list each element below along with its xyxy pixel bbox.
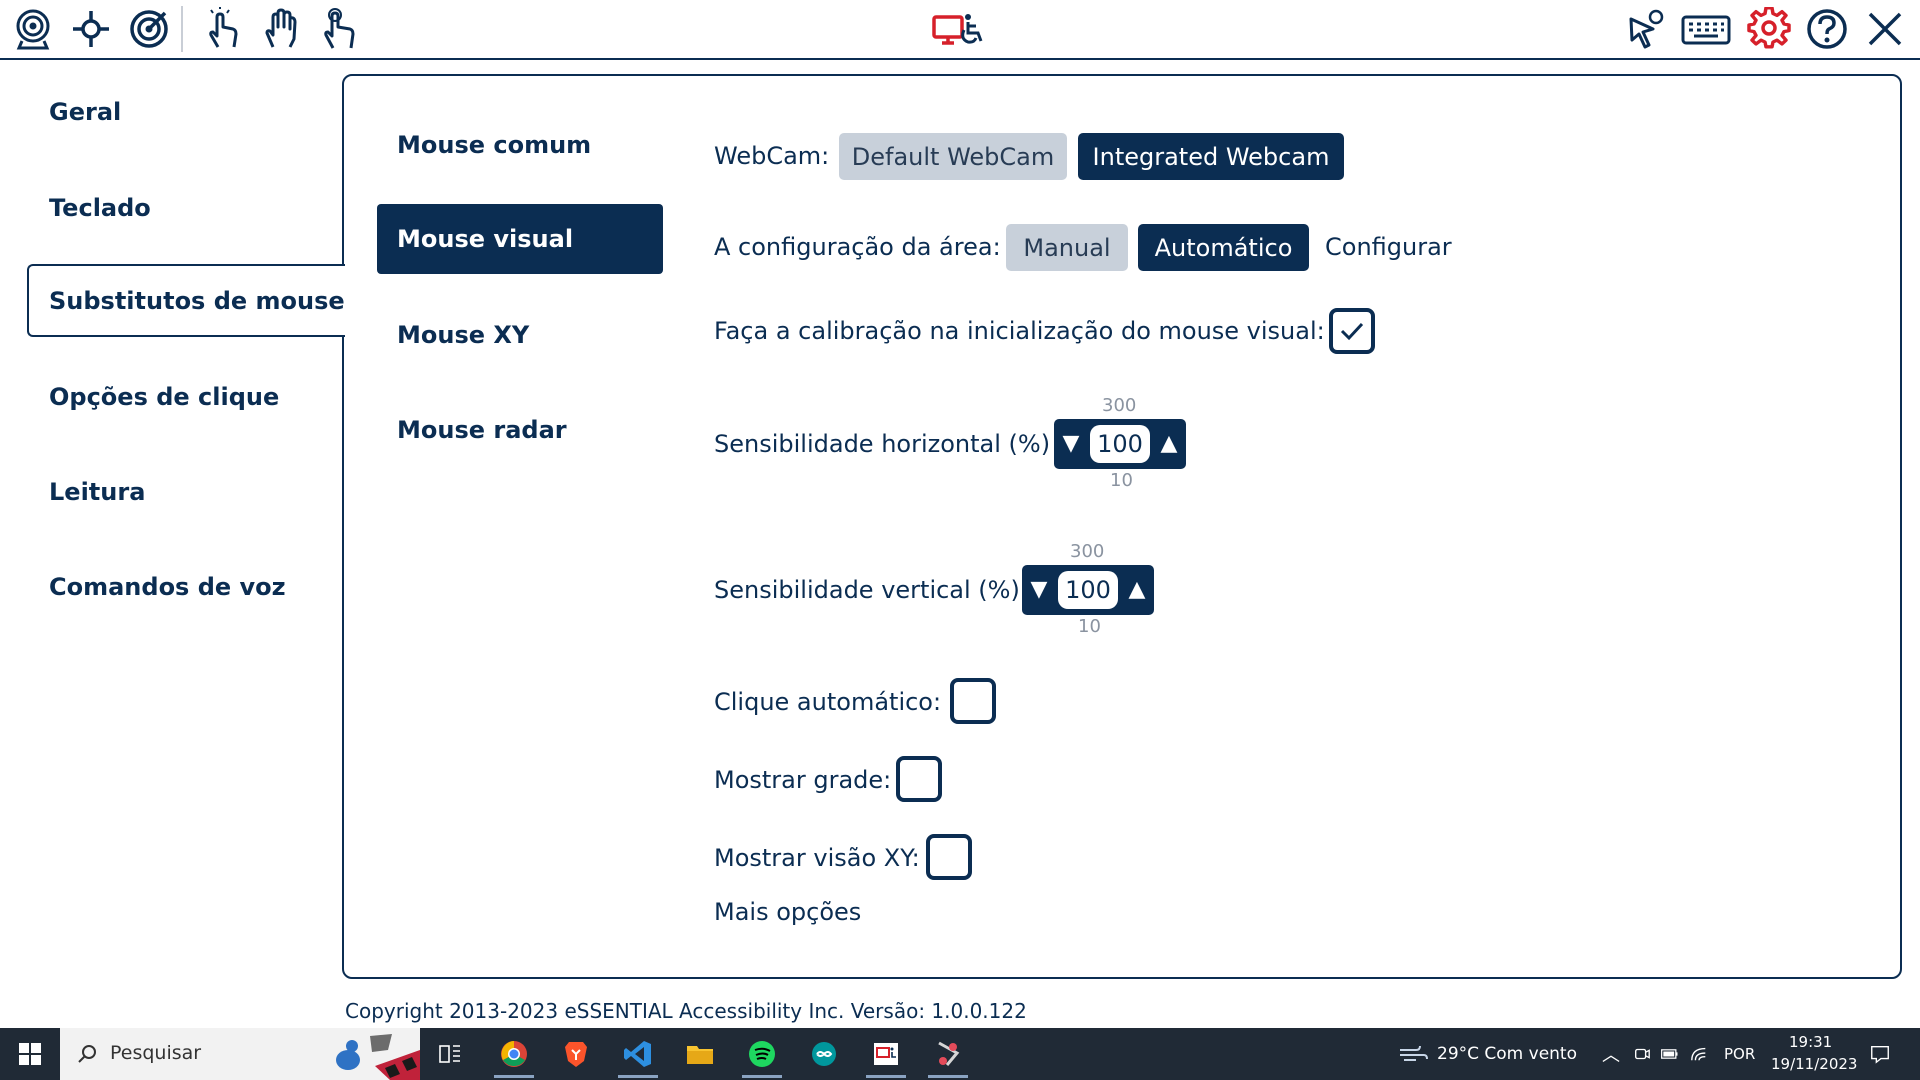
configure-link[interactable]: Configurar [1325,233,1452,261]
notifications-icon[interactable] [1869,1043,1891,1065]
task-view-icon[interactable] [430,1036,470,1072]
hand-open-icon[interactable] [258,6,304,52]
weather-text[interactable]: 29°C Com vento [1437,1044,1577,1064]
nav-item-substitutos-de-mouse[interactable]: Substitutos de mouse [27,264,345,337]
show-xy-label: Mostrar visão XY: [714,844,920,872]
nav-item-comandos-de-voz[interactable]: Comandos de voz [49,573,286,601]
top-toolbar [0,0,1920,60]
app-running-indicator [866,1075,906,1078]
auto-click-checkbox[interactable] [950,678,996,724]
webcam-icon[interactable] [10,6,56,52]
windows-taskbar: Pesquisar 29°C Com vento ︿ POR 19:31 19/… [0,1028,1920,1080]
crosshair-icon[interactable] [68,6,114,52]
subnav-item-mouse-visual[interactable]: Mouse visual [377,204,663,274]
checkmark-icon [1340,322,1364,341]
wifi-icon[interactable] [1690,1045,1708,1063]
h-sens-value[interactable]: 100 [1090,425,1150,463]
decrease-icon[interactable]: ▼ [1058,429,1084,459]
monitor-accessibility-icon [932,6,988,52]
subnav-item-mouse-xy[interactable]: Mouse XY [397,321,529,349]
app-running-indicator [494,1075,534,1078]
subnav-item-label: Mouse visual [397,225,574,253]
hand-tap-icon[interactable] [200,6,246,52]
target-icon[interactable] [126,6,172,52]
clock-date[interactable]: 19/11/2023 [1771,1055,1857,1073]
help-icon[interactable] [1804,6,1850,52]
language-indicator[interactable]: POR [1724,1045,1755,1063]
h-sens-label: Sensibilidade horizontal (%) [714,430,1051,458]
spotify-icon[interactable] [742,1036,782,1078]
start-button[interactable] [0,1028,60,1080]
more-options-link[interactable]: Mais opções [714,898,861,926]
h-sens-max: 300 [1102,395,1137,416]
file-explorer-icon[interactable] [680,1036,720,1072]
copyright-text: Copyright 2013-2023 eSSENTIAL Accessibil… [345,999,1027,1023]
weather-wind-icon [1400,1045,1428,1061]
vscode-icon[interactable] [618,1036,658,1078]
nav-item-label: Substitutos de mouse [49,287,345,315]
battery-icon[interactable] [1660,1045,1680,1063]
meet-now-icon[interactable] [1633,1045,1651,1063]
app-running-indicator [928,1075,968,1078]
search-placeholder: Pesquisar [110,1042,202,1064]
hand-point-icon[interactable] [316,6,362,52]
search-highlight-icon [336,1034,420,1080]
v-sens-value[interactable]: 100 [1058,571,1118,609]
toolbar-separator [181,6,183,52]
area-option-automatico[interactable]: Automático [1138,224,1309,271]
auto-click-label: Clique automático: [714,688,942,716]
h-sens-min: 10 [1110,470,1133,491]
close-icon[interactable] [1862,6,1908,52]
webcam-label: WebCam: [714,142,830,170]
decrease-icon[interactable]: ▼ [1026,575,1052,605]
nav-item-geral[interactable]: Geral [49,98,121,126]
snipping-tool-icon[interactable] [928,1036,968,1078]
v-sens-max: 300 [1070,541,1105,562]
v-sens-stepper[interactable]: ▼ 100 ▲ [1022,565,1154,615]
show-grid-checkbox[interactable] [896,756,942,802]
brave-icon[interactable] [556,1036,596,1072]
search-icon [78,1045,96,1063]
show-grid-label: Mostrar grade: [714,766,892,794]
nav-item-teclado[interactable]: Teclado [49,194,151,222]
chevron-up-icon[interactable]: ︿ [1602,1041,1620,1067]
cursor-radar-icon[interactable] [1622,6,1668,52]
increase-icon[interactable]: ▲ [1156,429,1182,459]
webcam-option-default[interactable]: Default WebCam [839,133,1067,180]
nav-item-opcoes-de-clique[interactable]: Opções de clique [49,383,279,411]
area-option-manual[interactable]: Manual [1006,224,1128,271]
chrome-icon[interactable] [494,1036,534,1078]
subnav-item-mouse-comum[interactable]: Mouse comum [397,131,591,159]
h-sens-stepper[interactable]: ▼ 100 ▲ [1054,419,1186,469]
area-config-label: A configuração da área: [714,233,1001,261]
subnav-item-mouse-radar[interactable]: Mouse radar [397,416,567,444]
essential-accessibility-icon[interactable] [866,1036,906,1078]
settings-gear-icon[interactable] [1746,6,1792,52]
windows-icon [19,1043,41,1065]
nav-item-leitura[interactable]: Leitura [49,478,145,506]
show-xy-checkbox[interactable] [926,834,972,880]
increase-icon[interactable]: ▲ [1124,575,1150,605]
app-running-indicator [618,1075,658,1078]
taskbar-search[interactable]: Pesquisar [60,1028,420,1080]
calibration-checkbox[interactable] [1329,308,1375,354]
arduino-icon[interactable] [804,1036,844,1072]
v-sens-min: 10 [1078,616,1101,637]
keyboard-icon[interactable] [1680,6,1732,52]
calibration-label: Faça a calibração na inicialização do mo… [714,317,1325,345]
app-running-indicator [742,1075,782,1078]
v-sens-label: Sensibilidade vertical (%) [714,576,1020,604]
webcam-option-integrated[interactable]: Integrated Webcam [1078,133,1344,180]
clock-time[interactable]: 19:31 [1789,1033,1832,1051]
